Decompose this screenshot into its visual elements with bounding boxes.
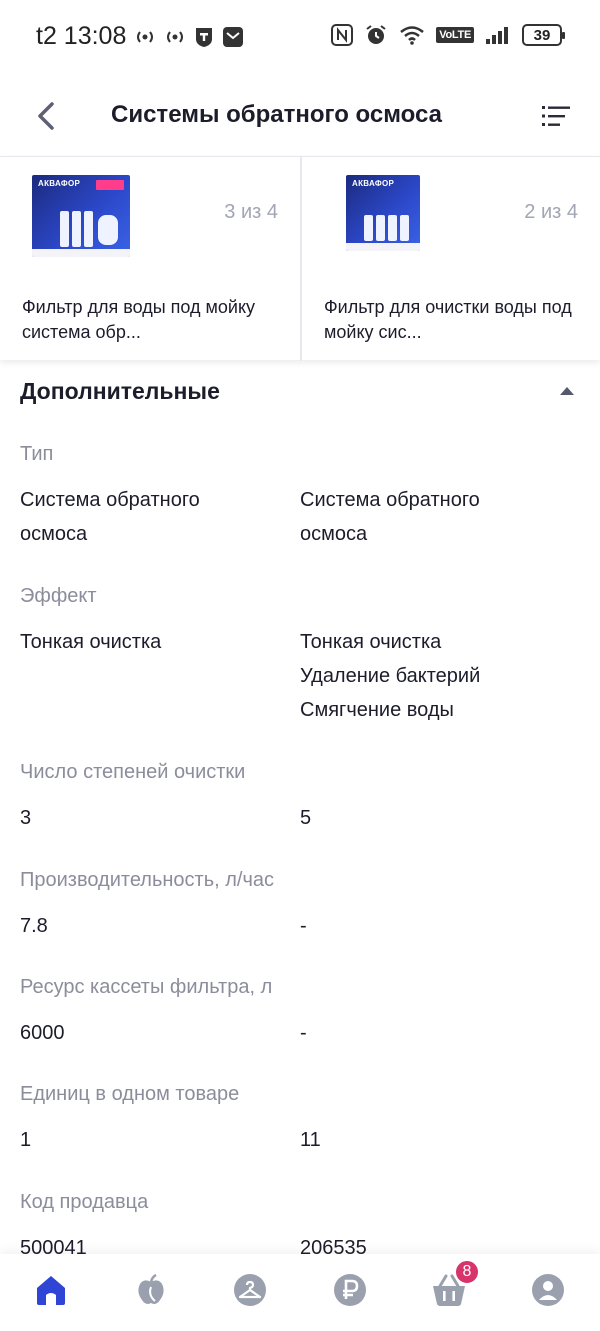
- volte-badge: VoLTE: [436, 27, 474, 43]
- product-card[interactable]: АКВАФОР 3 из 4 Фильтр для воды под мойку…: [0, 157, 300, 361]
- nav-wardrobe[interactable]: [228, 1268, 272, 1312]
- alarm-icon: [364, 24, 388, 46]
- filter-illustration: [364, 215, 409, 241]
- chevron-left-icon: [38, 102, 54, 130]
- product-name[interactable]: Фильтр для очистки воды под мойку сис...: [324, 295, 584, 345]
- spec-row-cartridge-resource: Ресурс кассеты фильтра, л 6000 -: [20, 976, 580, 1050]
- cart-count-badge: 8: [454, 1259, 480, 1285]
- spec-label: Тип: [20, 443, 54, 465]
- product-name[interactable]: Фильтр для воды под мойку система обр...: [22, 295, 282, 345]
- spec-value-left: Тонкая очистка: [20, 631, 162, 653]
- bottom-navigation: 8: [0, 1254, 600, 1331]
- section-title: Дополнительные: [20, 378, 220, 404]
- nfc-icon: [331, 24, 354, 46]
- signal-icon: [485, 25, 511, 45]
- spec-label: Эффект: [20, 585, 97, 607]
- hotspot-icon-2: [164, 28, 186, 46]
- spec-label: Производительность, л/час: [20, 869, 275, 891]
- status-left: t2 13:08: [36, 22, 244, 51]
- spec-row-units: Единиц в одном товаре 1 11: [20, 1083, 580, 1157]
- spec-value-left: 6000: [20, 1022, 65, 1044]
- hanger-icon: [234, 1274, 266, 1306]
- spec-value-right: Система обратного осмоса: [300, 489, 480, 545]
- spec-row-type: Тип Система обратного осмоса Система обр…: [20, 443, 580, 551]
- product-image[interactable]: АКВАФОР: [346, 175, 420, 251]
- wifi-icon: [399, 25, 425, 45]
- spec-label: Число степеней очистки: [20, 761, 246, 783]
- nav-account[interactable]: [526, 1268, 570, 1312]
- battery-indicator: 39: [522, 24, 565, 46]
- nav-payments[interactable]: [328, 1268, 372, 1312]
- spec-menu-button[interactable]: [540, 98, 572, 134]
- hotspot-icon: [134, 28, 156, 46]
- product-position: 3 из 4: [224, 201, 278, 223]
- status-right: VoLTE 39: [331, 24, 565, 46]
- spec-label: Код продавца: [20, 1191, 149, 1213]
- product-position: 2 из 4: [524, 201, 578, 223]
- user-icon: [532, 1274, 564, 1306]
- promo-tag: [96, 180, 124, 190]
- tele2-app-icon: [194, 26, 214, 48]
- spec-row-performance: Производительность, л/час 7.8 -: [20, 869, 580, 943]
- spec-value-left: 7.8: [20, 915, 48, 937]
- tank-illustration: [98, 215, 118, 245]
- filter-illustration: [60, 211, 93, 247]
- spec-value-right: -: [300, 1022, 307, 1044]
- app-header: Системы обратного осмоса: [0, 76, 600, 156]
- ruble-icon: [334, 1274, 366, 1306]
- spec-value-right: Тонкая очистка Удаление бактерий Смягчен…: [300, 631, 481, 721]
- compared-products: АКВАФОР 3 из 4 Фильтр для воды под мойку…: [0, 156, 600, 361]
- spec-row-stages: Число степеней очистки 3 5: [20, 761, 580, 835]
- spec-value-right: -: [300, 915, 307, 937]
- product-card[interactable]: АКВАФОР 2 из 4 Фильтр для очистки воды п…: [300, 157, 600, 361]
- home-icon: [37, 1276, 65, 1305]
- section-toggle[interactable]: Дополнительные: [20, 378, 580, 412]
- spec-label: Единиц в одном товаре: [20, 1083, 240, 1105]
- list-icon: [542, 106, 570, 126]
- nav-cart[interactable]: 8: [427, 1259, 480, 1312]
- spec-row-effect: Эффект Тонкая очистка Тонкая очистка Уда…: [20, 585, 580, 727]
- product-brand: АКВАФОР: [352, 179, 395, 188]
- nav-home[interactable]: [29, 1268, 73, 1312]
- nav-catalog[interactable]: [129, 1268, 173, 1312]
- mail-icon: [222, 26, 244, 48]
- spec-value-right: 11: [300, 1129, 321, 1151]
- spec-label: Ресурс кассеты фильтра, л: [20, 976, 273, 998]
- status-time: t2 13:08: [36, 22, 127, 50]
- chevron-up-icon: [560, 387, 574, 395]
- back-button[interactable]: [26, 94, 66, 138]
- spec-value-left: 1: [20, 1129, 32, 1151]
- status-bar: t2 13:08 VoLTE 39: [0, 0, 600, 76]
- spec-value-left: 3: [20, 807, 32, 829]
- apple-icon: [138, 1273, 164, 1304]
- spec-value-left: Система обратного осмоса: [20, 489, 200, 545]
- page-title: Системы обратного осмоса: [111, 101, 443, 128]
- product-image[interactable]: АКВАФОР: [32, 175, 130, 257]
- spec-value-right: 5: [300, 807, 312, 829]
- product-brand: АКВАФОР: [38, 179, 81, 188]
